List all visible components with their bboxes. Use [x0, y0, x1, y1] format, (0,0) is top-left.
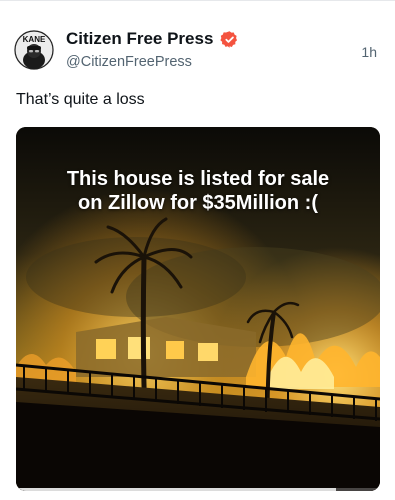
video-progress-bar[interactable] [16, 488, 380, 491]
video-progress-fill [16, 488, 337, 491]
post-text: That’s quite a loss [16, 91, 145, 108]
verified-badge-icon [220, 30, 239, 49]
video-caption: This house is listed for sale on Zillow … [16, 167, 380, 215]
avatar-image: KANE [14, 30, 54, 70]
post-video[interactable]: This house is listed for sale on Zillow … [16, 127, 380, 491]
post-timestamp[interactable]: 1h [361, 44, 377, 60]
post-card[interactable]: KANE Citizen Free Press @CitizenFreePres… [0, 0, 395, 500]
avatar-logo-text: KANE [23, 35, 46, 44]
video-caption-line: This house is listed for sale [66, 168, 330, 190]
video-caption-line: on Zillow for $35Million :( [78, 192, 318, 214]
avatar[interactable]: KANE [14, 30, 54, 70]
author-name[interactable]: Citizen Free Press [66, 29, 213, 49]
author-handle[interactable]: @CitizenFreePress [66, 54, 192, 70]
